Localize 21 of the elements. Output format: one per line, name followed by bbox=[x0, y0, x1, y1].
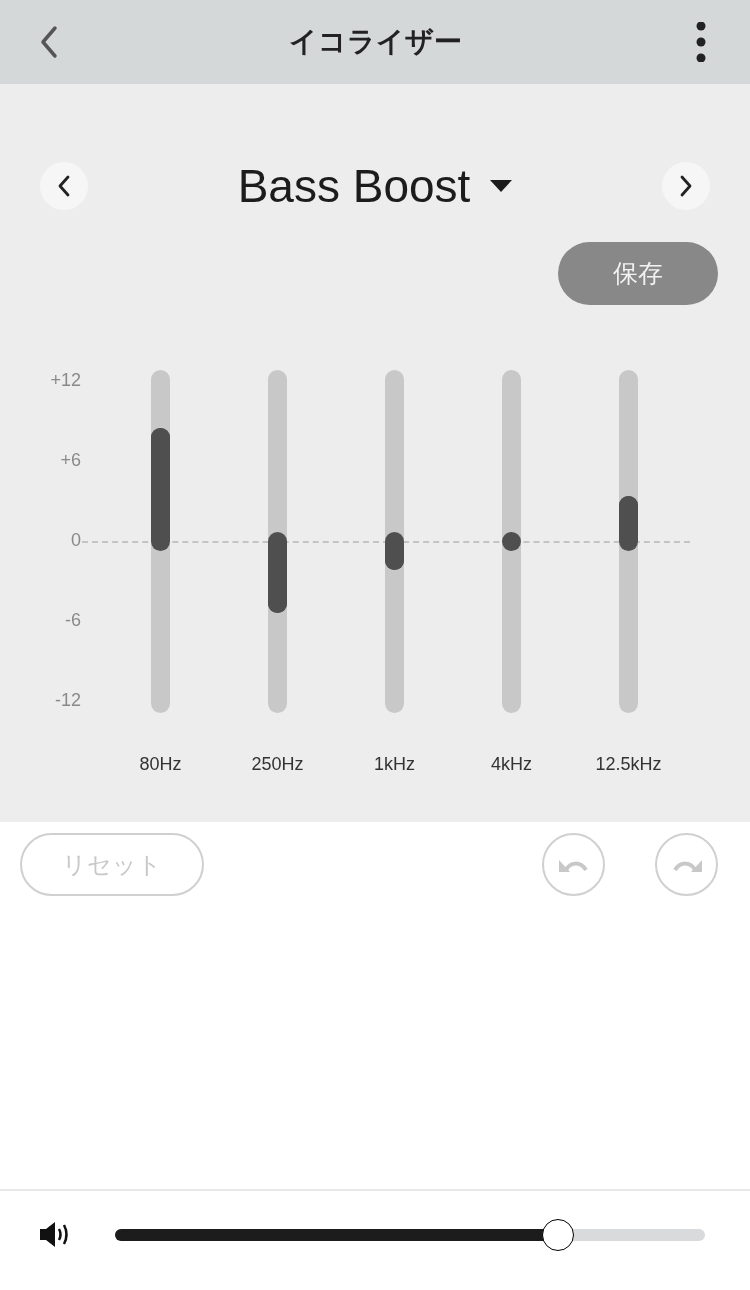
next-preset-button[interactable] bbox=[662, 162, 710, 210]
band-slider-track[interactable] bbox=[502, 370, 521, 713]
band-slider-track[interactable] bbox=[151, 370, 170, 713]
frequency-label: 12.5kHz bbox=[595, 753, 662, 776]
band-slider-track[interactable] bbox=[385, 370, 404, 713]
frequency-label: 4kHz bbox=[491, 753, 532, 776]
band-slider-track[interactable] bbox=[619, 370, 638, 713]
volume-slider[interactable] bbox=[115, 1218, 705, 1251]
screen-title: イコライザー bbox=[288, 25, 462, 59]
previous-preset-button[interactable] bbox=[40, 162, 88, 210]
volume-thumb[interactable] bbox=[541, 1218, 574, 1251]
frequency-label: 250Hz bbox=[251, 753, 304, 776]
chevron-right-icon bbox=[679, 174, 693, 198]
band-slider-thumb[interactable] bbox=[502, 532, 521, 551]
band-slider-track[interactable] bbox=[268, 370, 287, 713]
frequency-label: 1kHz bbox=[374, 753, 415, 776]
caret-icon bbox=[490, 180, 513, 192]
preset-dropdown[interactable]: Bass Boost bbox=[237, 163, 513, 209]
chevron-left-icon bbox=[57, 174, 71, 198]
frequency-label: 80Hz bbox=[139, 753, 182, 776]
speaker-icon bbox=[40, 1221, 71, 1248]
